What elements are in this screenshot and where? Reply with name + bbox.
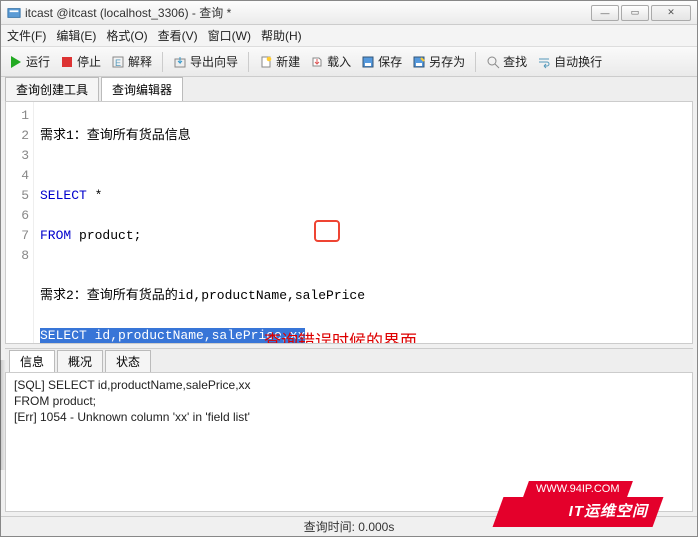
run-button[interactable]: 运行 bbox=[5, 51, 54, 72]
code-line: FROM product; bbox=[40, 226, 686, 246]
save-button[interactable]: 保存 bbox=[357, 51, 406, 72]
load-button[interactable]: 载入 bbox=[306, 51, 355, 72]
explain-button[interactable]: E解释 bbox=[107, 51, 156, 72]
export-button[interactable]: 导出向导 bbox=[169, 51, 242, 72]
search-icon bbox=[486, 55, 500, 69]
output-line: [SQL] SELECT id,productName,salePrice,xx bbox=[14, 377, 684, 393]
output-line: FROM product; bbox=[14, 393, 684, 409]
tab-builder[interactable]: 查询创建工具 bbox=[5, 77, 99, 101]
tab-info[interactable]: 信息 bbox=[9, 350, 55, 372]
autowrap-button[interactable]: 自动换行 bbox=[533, 51, 606, 72]
save-icon bbox=[361, 55, 375, 69]
stop-button[interactable]: 停止 bbox=[56, 51, 105, 72]
maximize-button[interactable]: ▭ bbox=[621, 5, 649, 21]
output-line: [Err] 1054 - Unknown column 'xx' in 'fie… bbox=[14, 409, 684, 425]
tab-status[interactable]: 状态 bbox=[105, 350, 151, 372]
code-area[interactable]: 需求1：查询所有货品信息 SELECT * FROM product; 需求2：… bbox=[34, 102, 692, 343]
toolbar: 运行 停止 E解释 导出向导 新建 载入 保存 另存为 查找 自动换行 bbox=[1, 47, 697, 77]
menu-view[interactable]: 查看(V) bbox=[158, 27, 198, 44]
find-button[interactable]: 查找 bbox=[482, 51, 531, 72]
query-time: 查询时间: 0.000s bbox=[304, 518, 395, 535]
menu-window[interactable]: 窗口(W) bbox=[208, 27, 251, 44]
app-icon bbox=[7, 6, 21, 20]
titlebar: itcast @itcast (localhost_3306) - 查询 * —… bbox=[1, 1, 697, 25]
tab-profile[interactable]: 概况 bbox=[57, 350, 103, 372]
load-icon bbox=[310, 55, 324, 69]
explain-icon: E bbox=[111, 55, 125, 69]
code-line: 需求1：查询所有货品信息 bbox=[40, 126, 686, 146]
editor-tabs: 查询创建工具 查询编辑器 bbox=[1, 77, 697, 101]
menu-help[interactable]: 帮助(H) bbox=[261, 27, 302, 44]
play-icon bbox=[9, 55, 23, 69]
sql-editor[interactable]: 12345678 需求1：查询所有货品信息 SELECT * FROM prod… bbox=[5, 101, 693, 344]
export-icon bbox=[173, 55, 187, 69]
svg-text:E: E bbox=[115, 58, 121, 68]
new-icon bbox=[259, 55, 273, 69]
stop-icon bbox=[60, 55, 74, 69]
minimize-button[interactable]: — bbox=[591, 5, 619, 21]
menubar: 文件(F) 编辑(E) 格式(O) 查看(V) 窗口(W) 帮助(H) bbox=[1, 25, 697, 47]
window-title: itcast @itcast (localhost_3306) - 查询 * bbox=[25, 4, 591, 21]
menu-edit[interactable]: 编辑(E) bbox=[56, 27, 96, 44]
code-line: SELECT * bbox=[40, 186, 686, 206]
saveas-button[interactable]: 另存为 bbox=[408, 51, 469, 72]
code-line: SELECT id,productName,salePrice,xx bbox=[40, 326, 686, 343]
watermark-url: WWW.94IP.COM bbox=[524, 481, 633, 497]
new-button[interactable]: 新建 bbox=[255, 51, 304, 72]
watermark-brand: IT运维空间 bbox=[498, 497, 658, 527]
code-line: 需求2：查询所有货品的id,productName,salePrice bbox=[40, 286, 686, 306]
wrap-icon bbox=[537, 55, 551, 69]
saveas-icon bbox=[412, 55, 426, 69]
close-button[interactable]: ✕ bbox=[651, 5, 691, 21]
menu-format[interactable]: 格式(O) bbox=[106, 27, 147, 44]
line-gutter: 12345678 bbox=[6, 102, 34, 343]
menu-file[interactable]: 文件(F) bbox=[7, 27, 46, 44]
result-tabs: 信息 概况 状态 bbox=[5, 348, 693, 372]
tab-editor[interactable]: 查询编辑器 bbox=[101, 77, 183, 101]
